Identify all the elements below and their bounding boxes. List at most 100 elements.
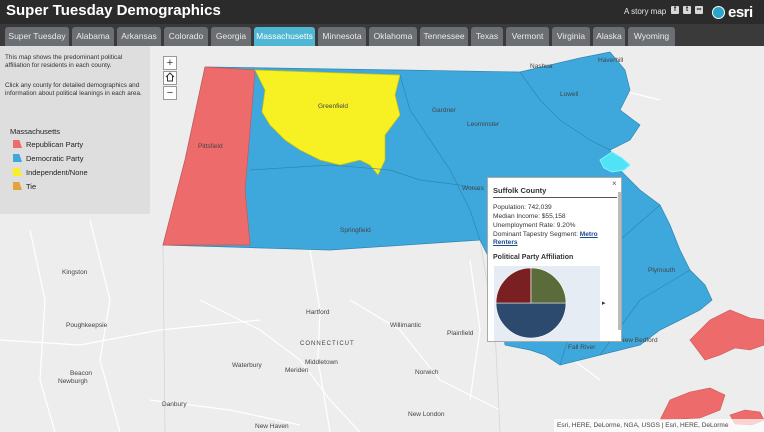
county-popup: Suffolk County × Population: 742,039 Med…	[487, 177, 622, 342]
tab-oklahoma[interactable]: Oklahoma	[369, 27, 417, 46]
tab-alabama[interactable]: Alabama	[72, 27, 114, 46]
pie-slice	[495, 267, 532, 304]
label-leominster: Leominster	[467, 121, 500, 128]
tab-tennessee[interactable]: Tennessee	[420, 27, 468, 46]
chart-next-arrow[interactable]: ▸	[602, 299, 606, 307]
population-row: Population: 742,039	[493, 204, 552, 211]
label-lowell: Lowell	[560, 91, 579, 98]
label-fall-river: Fall River	[568, 344, 596, 351]
legend-item-republican: Republican Party	[13, 139, 83, 149]
tapestry-link[interactable]: Metro	[580, 231, 598, 238]
intro-text: This map shows the predominant political…	[5, 54, 123, 69]
tab-super-tuesday[interactable]: Super Tuesday	[5, 27, 69, 46]
esri-logo-text: esri	[728, 4, 753, 21]
legend-label: Tie	[26, 181, 37, 191]
label-new-bedford: New Bedford	[620, 337, 658, 344]
legend-swatch	[13, 168, 22, 176]
tab-vermont[interactable]: Vermont	[506, 27, 549, 46]
label-willimantic: Willimantic	[390, 322, 422, 329]
home-button[interactable]	[163, 71, 177, 85]
label-springfield: Springfield	[340, 227, 371, 234]
pie-slice	[495, 302, 567, 339]
home-icon	[165, 72, 175, 82]
legend-title: Massachusetts	[10, 127, 61, 136]
legend-swatch	[13, 154, 22, 162]
legend-swatch	[13, 182, 22, 190]
label-haverhill: Haverhill	[598, 57, 624, 64]
label-hartford: Hartford	[306, 309, 330, 316]
label-kingston: Kingston	[62, 269, 88, 276]
map-attribution: Esri, HERE, DeLorme, NGA, USGS | Esri, H…	[554, 419, 764, 432]
popup-scrollbar[interactable]	[618, 192, 621, 330]
link-icon[interactable]: ∞	[695, 6, 703, 14]
label-waterbury: Waterbury	[232, 362, 262, 369]
affiliation-heading: Political Party Affiliation	[493, 254, 574, 261]
info-panel: This map shows the predominant political…	[0, 46, 150, 214]
tab-wyoming[interactable]: Wyoming	[628, 27, 675, 46]
tapestry-row: Dominant Tapestry Segment: Metro	[493, 231, 598, 238]
globe-icon	[712, 6, 725, 19]
app-title: Super Tuesday Demographics	[6, 2, 221, 19]
tab-colorado[interactable]: Colorado	[164, 27, 208, 46]
close-icon[interactable]: ×	[612, 179, 617, 188]
income-label: Median Income:	[493, 213, 540, 220]
pie-slice	[530, 267, 567, 304]
unemployment-label: Unemployment Rate:	[493, 222, 555, 229]
legend-item-independent: Independent/None	[13, 167, 88, 177]
tapestry-link-continued[interactable]: Renters	[493, 239, 518, 246]
zoom-out-button[interactable]: −	[163, 86, 177, 100]
income-row: Median Income: $55,158	[493, 213, 566, 220]
income-value: $55,158	[541, 213, 566, 220]
legend-label: Democratic Party	[26, 153, 84, 163]
legend-label: Independent/None	[26, 167, 88, 177]
tab-minnesota[interactable]: Minnesota	[318, 27, 366, 46]
tab-bar: Super Tuesday Alabama Arkansas Colorado …	[0, 24, 764, 46]
label-connecticut: CONNECTICUT	[300, 341, 355, 347]
label-plymouth: Plymouth	[648, 267, 675, 274]
legend-swatch	[13, 140, 22, 148]
label-meriden: Meriden	[285, 367, 309, 374]
instruction-text: Click any county for detailed demographi…	[5, 82, 142, 97]
affiliation-chart	[494, 266, 600, 341]
label-norwich: Norwich	[415, 369, 439, 376]
label-greenfield: Greenfield	[318, 103, 348, 110]
popup-divider	[493, 197, 617, 198]
tab-virginia[interactable]: Virginia	[552, 27, 590, 46]
legend-item-democratic: Democratic Party	[13, 153, 84, 163]
story-map-link[interactable]: A story map	[624, 7, 666, 16]
county-barnstable[interactable]	[689, 309, 764, 361]
tab-arkansas[interactable]: Arkansas	[117, 27, 161, 46]
label-beacon: Beacon	[70, 370, 92, 377]
label-danbury: Danbury	[162, 401, 187, 408]
label-new-london: New London	[408, 411, 445, 418]
tapestry-row-2: Renters	[493, 239, 518, 246]
legend-label: Republican Party	[26, 139, 84, 149]
esri-logo[interactable]: esri	[712, 4, 753, 21]
label-gardner: Gardner	[432, 107, 457, 114]
facebook-icon[interactable]: f	[671, 6, 679, 14]
label-plainfield: Plainfield	[447, 330, 474, 337]
tab-massachusetts[interactable]: Massachusetts	[254, 27, 315, 46]
county-dukes[interactable]	[659, 387, 726, 421]
population-value: 742,039	[527, 204, 552, 211]
popup-title: Suffolk County	[493, 186, 547, 195]
tab-alaska[interactable]: Alaska	[593, 27, 625, 46]
label-middletown: Middletown	[305, 359, 338, 366]
twitter-icon[interactable]: t	[683, 6, 691, 14]
label-pittsfield: Pittsfield	[198, 143, 223, 150]
label-new-haven: New Haven	[255, 423, 289, 430]
app-header: Super Tuesday Demographics A story map f…	[0, 0, 764, 24]
zoom-in-button[interactable]: +	[163, 56, 177, 70]
label-newburgh: Newburgh	[58, 378, 88, 385]
population-label: Population:	[493, 204, 526, 211]
tab-texas[interactable]: Texas	[471, 27, 503, 46]
legend-item-tie: Tie	[13, 181, 36, 191]
tab-georgia[interactable]: Georgia	[211, 27, 251, 46]
label-poughkeepsie: Poughkeepsie	[66, 322, 108, 329]
tapestry-label: Dominant Tapestry Segment:	[493, 231, 578, 238]
label-worcester: Worces	[462, 185, 485, 192]
pie-chart	[495, 267, 567, 339]
unemployment-row: Unemployment Rate: 9.20%	[493, 222, 575, 229]
unemployment-value: 9.20%	[556, 222, 576, 229]
label-nashua: Nashua	[530, 63, 553, 70]
